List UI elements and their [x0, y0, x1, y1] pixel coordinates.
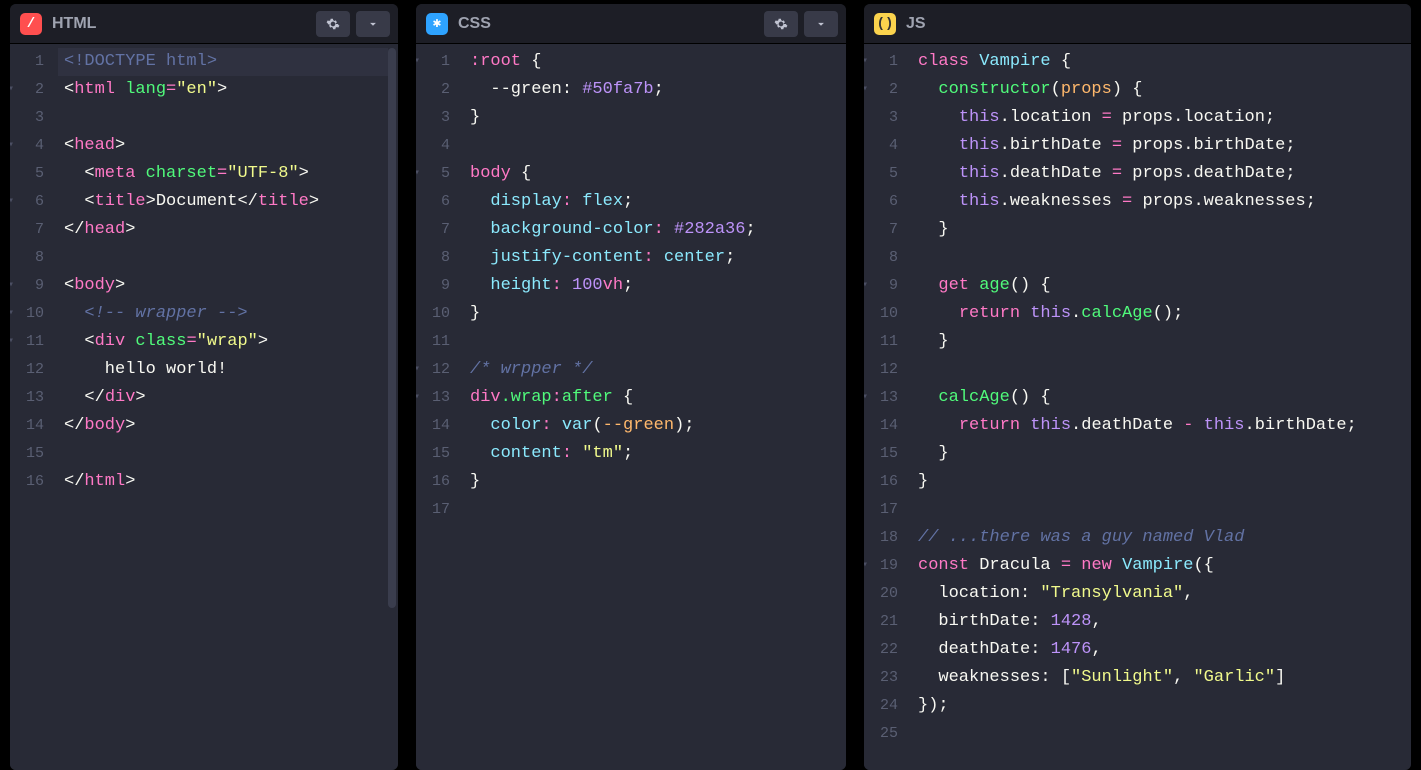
panel-title-html: HTML [52, 15, 96, 33]
code-html[interactable]: <!DOCTYPE html><html lang="en"><head> <m… [58, 44, 398, 770]
panel-html: / HTML 12345678910111213141516 <!DOCTYPE… [10, 4, 398, 770]
dropdown-button-css[interactable] [804, 11, 838, 37]
dropdown-button-html[interactable] [356, 11, 390, 37]
js-badge-icon: () [874, 13, 896, 35]
code-editor-js[interactable]: 1234567891011121314151617181920212223242… [864, 44, 1411, 770]
panel-header-css: ✱ CSS [416, 4, 846, 44]
code-editor-css[interactable]: 1234567891011121314151617 :root { --gree… [416, 44, 846, 770]
panel-title-js: JS [906, 15, 926, 33]
gear-icon [774, 17, 788, 31]
panel-js: () JS 1234567891011121314151617181920212… [864, 4, 1411, 770]
panel-header-js: () JS [864, 4, 1411, 44]
code-js[interactable]: class Vampire { constructor(props) { thi… [912, 44, 1411, 770]
gutter-html: 12345678910111213141516 [10, 44, 58, 770]
settings-button-css[interactable] [764, 11, 798, 37]
settings-button-html[interactable] [316, 11, 350, 37]
css-badge-icon: ✱ [426, 13, 448, 35]
gear-icon [326, 17, 340, 31]
code-editor-html[interactable]: 12345678910111213141516 <!DOCTYPE html><… [10, 44, 398, 770]
panel-title-css: CSS [458, 15, 491, 33]
scrollbar-html[interactable] [388, 48, 396, 608]
panel-header-html: / HTML [10, 4, 398, 44]
panel-css: ✱ CSS 1234567891011121314151617 :root { … [416, 4, 846, 770]
chevron-down-icon [814, 17, 828, 31]
html-badge-icon: / [20, 13, 42, 35]
gutter-css: 1234567891011121314151617 [416, 44, 464, 770]
gutter-js: 1234567891011121314151617181920212223242… [864, 44, 912, 770]
code-css[interactable]: :root { --green: #50fa7b;}body { display… [464, 44, 846, 770]
chevron-down-icon [366, 17, 380, 31]
